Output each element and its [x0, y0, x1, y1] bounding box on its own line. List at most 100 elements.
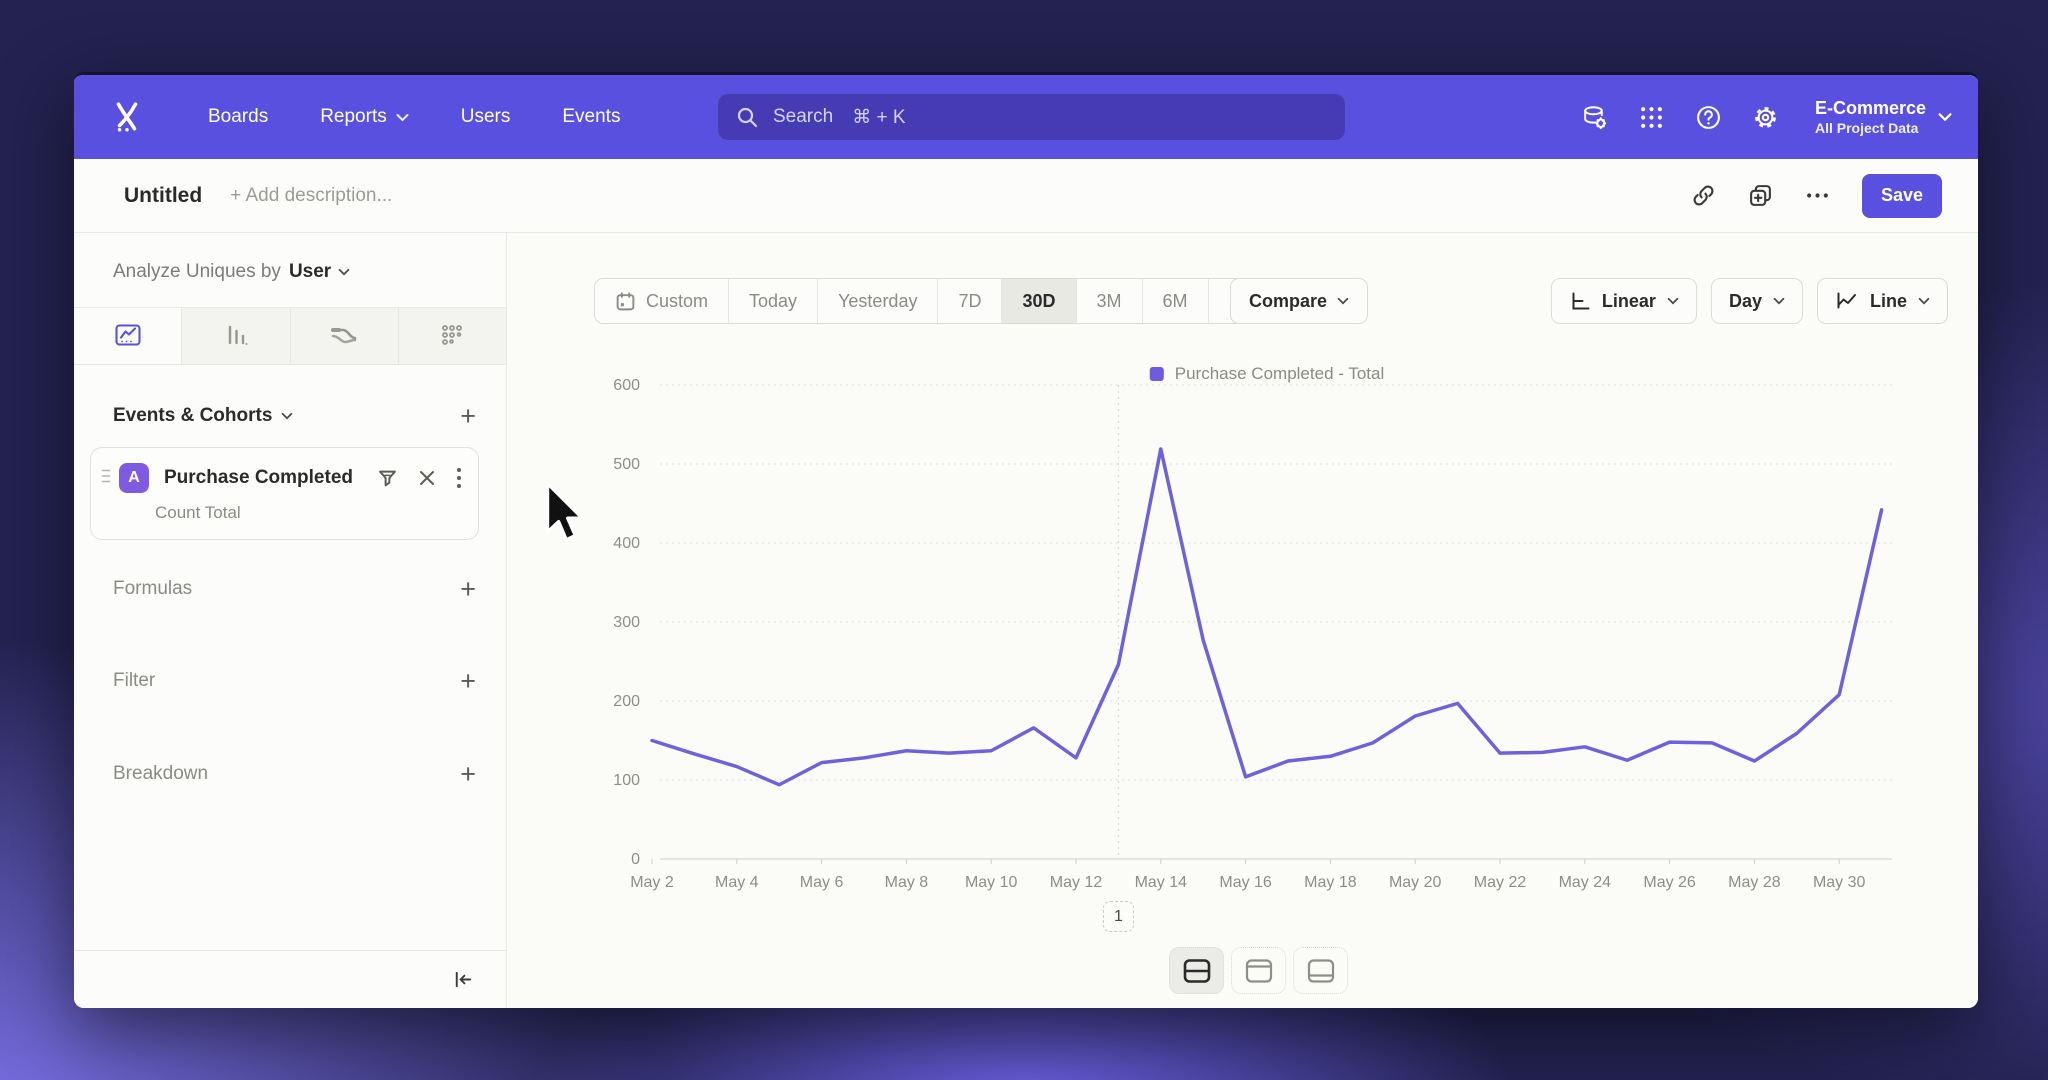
layout-bottom-button[interactable]	[1293, 947, 1348, 994]
drag-handle-icon[interactable]	[101, 468, 111, 489]
svg-text:May 28: May 28	[1728, 874, 1781, 891]
tab-bar-chart[interactable]	[181, 308, 289, 364]
range-7d[interactable]: 7D	[937, 279, 1001, 323]
chevron-down-icon	[1337, 297, 1349, 305]
date-range-control: Custom Today Yesterday 7D 30D 3M 6M 12M	[594, 278, 1285, 324]
remove-event-icon[interactable]	[418, 469, 436, 487]
filter-event-icon[interactable]	[377, 468, 398, 489]
range-label: Yesterday	[838, 291, 917, 312]
chart-type-tabs	[74, 307, 506, 365]
svg-text:500: 500	[613, 456, 640, 473]
app-window: Boards Reports Users Events Search ⌘ + K	[74, 72, 1978, 1008]
analyze-uniques-row: Analyze Uniques by User	[113, 261, 506, 283]
mixpanel-logo-icon[interactable]	[110, 100, 144, 134]
more-icon[interactable]	[1805, 183, 1830, 208]
scale-dropdown[interactable]: Linear	[1551, 278, 1697, 324]
svg-text:May 8: May 8	[885, 874, 929, 891]
scale-label: Linear	[1602, 291, 1656, 312]
nav-item-events[interactable]: Events	[562, 106, 620, 128]
search-input[interactable]: Search ⌘ + K	[718, 94, 1345, 140]
sidebar-footer	[74, 950, 506, 1008]
tab-flow[interactable]	[290, 308, 398, 364]
range-30d[interactable]: 30D	[1001, 279, 1075, 323]
svg-text:0: 0	[631, 851, 640, 868]
nav-item-users[interactable]: Users	[461, 106, 511, 128]
help-icon[interactable]	[1695, 104, 1722, 131]
svg-text:May 26: May 26	[1643, 874, 1696, 891]
events-cohorts-dropdown[interactable]: Events & Cohorts	[113, 405, 293, 427]
settings-gear-icon[interactable]	[1752, 104, 1779, 131]
range-label: Today	[749, 291, 797, 312]
report-header: Untitled + Add description... Save	[74, 159, 1978, 233]
layout-top-button[interactable]	[1231, 947, 1286, 994]
annotation-marker[interactable]: 1	[1103, 901, 1134, 932]
linear-axis-icon	[1569, 290, 1591, 312]
insights-line-icon	[113, 321, 143, 351]
range-yesterday[interactable]: Yesterday	[817, 279, 937, 323]
svg-text:May 16: May 16	[1219, 874, 1272, 891]
svg-text:100: 100	[613, 772, 640, 789]
data-management-icon[interactable]	[1581, 104, 1608, 131]
duplicate-icon[interactable]	[1748, 183, 1773, 208]
chart-type-dropdown[interactable]: Line	[1817, 278, 1948, 324]
svg-text:May 20: May 20	[1389, 874, 1442, 891]
search-icon	[736, 106, 758, 128]
range-label: 7D	[958, 291, 981, 312]
event-options-icon[interactable]	[456, 467, 462, 489]
chevron-down-icon	[281, 412, 293, 420]
flow-icon	[328, 321, 360, 351]
event-name[interactable]: Purchase Completed	[164, 467, 377, 489]
search-placeholder: Search	[773, 106, 833, 128]
split-horizontal-layout-icon	[1182, 958, 1212, 984]
range-today[interactable]: Today	[728, 279, 817, 323]
analyze-value-dropdown[interactable]: User	[289, 261, 350, 283]
svg-text:200: 200	[613, 693, 640, 710]
add-breakdown-button[interactable]: +	[460, 764, 476, 784]
tab-insights-line[interactable]	[74, 308, 181, 364]
event-series-badge: A	[119, 463, 149, 493]
chart-panel: Custom Today Yesterday 7D 30D 3M 6M 12M …	[507, 233, 1978, 1008]
line-chart[interactable]: 0100200300400500600May 2May 4May 6May 8M…	[600, 373, 1910, 908]
svg-text:May 2: May 2	[630, 874, 674, 891]
chevron-down-icon	[1773, 297, 1785, 305]
filter-label: Filter	[113, 670, 155, 692]
report-title[interactable]: Untitled	[124, 184, 202, 208]
add-description-field[interactable]: + Add description...	[230, 185, 392, 207]
analyze-label: Analyze Uniques by	[113, 261, 281, 283]
retention-dots-icon	[437, 321, 467, 351]
save-button[interactable]: Save	[1862, 174, 1942, 218]
add-event-button[interactable]: +	[460, 406, 476, 426]
range-custom[interactable]: Custom	[595, 279, 728, 323]
add-formula-button[interactable]: +	[460, 579, 476, 599]
project-subtitle: All Project Data	[1815, 120, 1926, 136]
nav-item-label: Users	[461, 106, 511, 128]
svg-text:May 14: May 14	[1135, 874, 1188, 891]
compare-dropdown[interactable]: Compare	[1230, 278, 1368, 324]
chevron-down-icon	[1667, 297, 1679, 305]
svg-text:400: 400	[613, 535, 640, 552]
link-icon[interactable]	[1691, 183, 1716, 208]
nav-item-reports[interactable]: Reports	[320, 106, 409, 128]
range-6m[interactable]: 6M	[1142, 279, 1208, 323]
event-metric[interactable]: Count Total	[155, 503, 462, 523]
project-switcher[interactable]: E-Commerce All Project Data	[1815, 98, 1952, 136]
chart-type-label: Line	[1870, 291, 1907, 312]
bar-chart-icon	[221, 321, 251, 351]
svg-text:600: 600	[613, 377, 640, 394]
content-area: Analyze Uniques by User	[74, 233, 1978, 1008]
calendar-icon	[615, 291, 636, 312]
add-filter-button[interactable]: +	[460, 671, 476, 691]
query-sidebar: Analyze Uniques by User	[74, 233, 507, 1008]
tab-retention[interactable]	[398, 308, 506, 364]
project-name: E-Commerce	[1815, 98, 1926, 120]
collapse-sidebar-icon[interactable]	[451, 968, 474, 991]
svg-text:May 22: May 22	[1474, 874, 1527, 891]
layout-split-button[interactable]	[1169, 947, 1224, 994]
range-3m[interactable]: 3M	[1076, 279, 1142, 323]
nav-item-boards[interactable]: Boards	[208, 106, 268, 128]
app-grid-icon[interactable]	[1638, 104, 1665, 131]
event-card[interactable]: A Purchase Completed Count T	[90, 447, 479, 540]
interval-dropdown[interactable]: Day	[1711, 278, 1803, 324]
top-nav: Boards Reports Users Events Search ⌘ + K	[74, 75, 1978, 159]
nav-menu: Boards Reports Users Events	[208, 106, 620, 128]
